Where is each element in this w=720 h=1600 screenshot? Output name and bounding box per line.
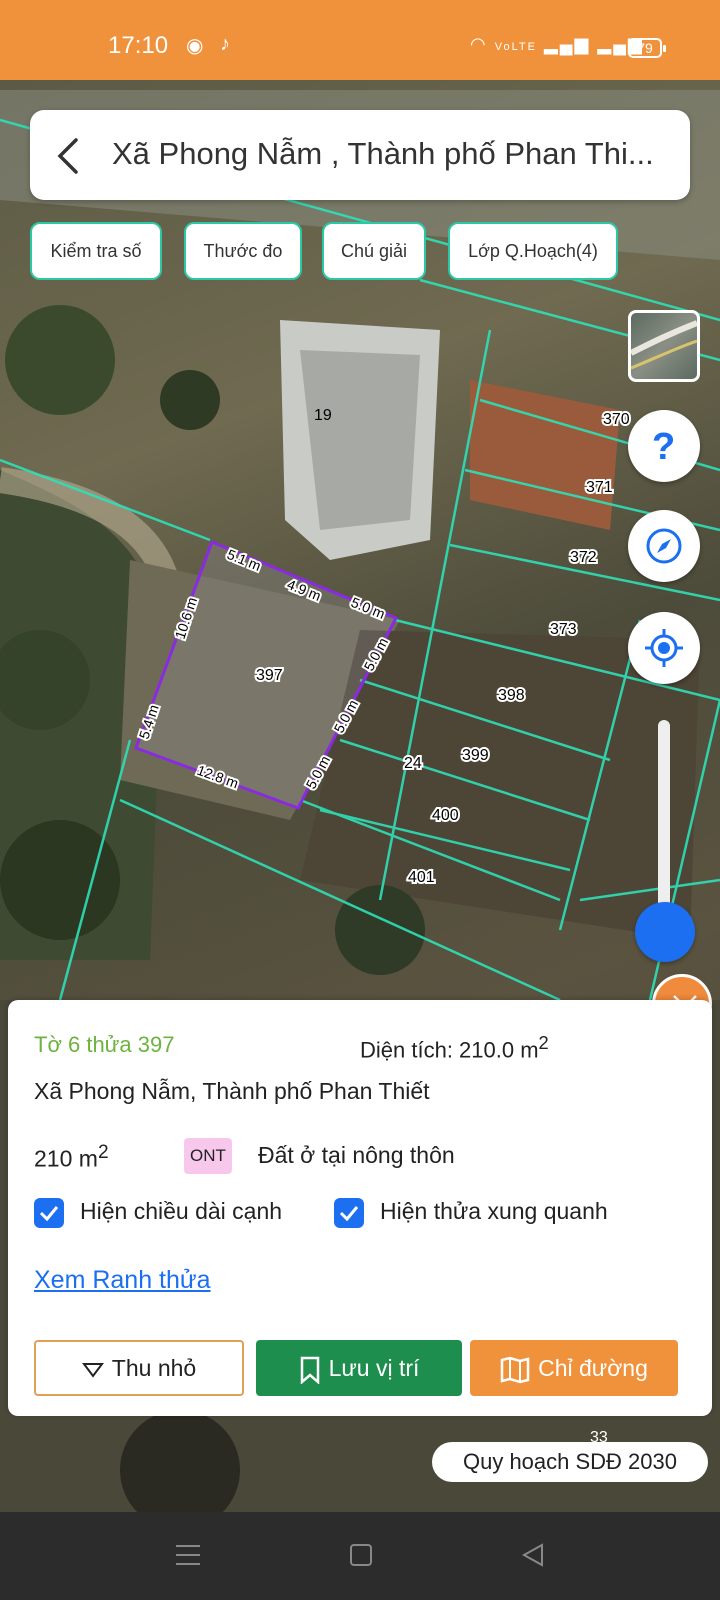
save-location-label: Lưu vị trí bbox=[328, 1355, 420, 1381]
parcel-info-panel: Tờ 6 thửa 397 Diện tích: 210.0 m2 Xã Pho… bbox=[8, 1000, 712, 1416]
status-bar: 17:10 ◉ ♪ ◠ VoLTE ▂▄▆ ▂▄▆ 79 bbox=[0, 0, 720, 80]
area-unit-sup: 2 bbox=[538, 1032, 549, 1053]
parcel-label: 397 bbox=[256, 667, 283, 684]
parcel-area: Diện tích: 210.0 m2 bbox=[360, 1032, 549, 1063]
location-title: Xã Phong Nẫm , Thành phố Phan Thi... bbox=[112, 136, 654, 171]
road-thumbnail-icon bbox=[631, 320, 697, 370]
parcel-label: 398 bbox=[498, 687, 525, 704]
compass-icon bbox=[646, 528, 682, 564]
planning-layer-label[interactable]: Quy hoạch SDĐ 2030 bbox=[432, 1442, 708, 1482]
show-neighbors-checkbox[interactable] bbox=[334, 1198, 364, 1228]
show-neighbors-label[interactable]: Hiện thửa xung quanh bbox=[380, 1198, 608, 1225]
back-nav-icon[interactable] bbox=[520, 1542, 546, 1568]
parcel-label: 19 bbox=[314, 407, 332, 424]
bookmark-icon bbox=[300, 1356, 319, 1385]
help-button[interactable]: ? bbox=[628, 410, 700, 482]
parcel-label: 24 bbox=[404, 755, 422, 772]
status-time: 17:10 bbox=[108, 32, 169, 59]
shrink-label: Thu nhỏ bbox=[111, 1355, 197, 1381]
battery-level: 79 bbox=[637, 40, 653, 56]
shrink-button[interactable]: Thu nhỏ bbox=[34, 1340, 244, 1396]
checkmark-icon bbox=[339, 1206, 359, 1222]
view-boundary-link[interactable]: Xem Ranh thửa bbox=[34, 1266, 211, 1295]
messenger-icon: ◉ bbox=[186, 35, 204, 57]
directions-button[interactable]: Chỉ đường bbox=[470, 1340, 678, 1396]
signal-icon: ◠ VoLTE ▂▄▆ ▂▄▆ bbox=[470, 34, 644, 54]
location-header: Xã Phong Nẫm , Thành phố Phan Thi... bbox=[30, 110, 690, 200]
size-unit-sup: 2 bbox=[97, 1142, 109, 1163]
directions-label: Chỉ đường bbox=[538, 1355, 648, 1381]
svg-text:?: ? bbox=[652, 426, 675, 466]
save-location-button[interactable]: Lưu vị trí bbox=[256, 1340, 462, 1396]
land-code-badge: ONT bbox=[184, 1138, 232, 1174]
map-layer-switch[interactable] bbox=[628, 310, 700, 382]
tiktok-icon: ♪ bbox=[220, 33, 230, 55]
back-icon[interactable] bbox=[54, 136, 82, 176]
parcel-label: 399 bbox=[462, 747, 489, 764]
show-edge-length-checkbox[interactable] bbox=[34, 1198, 64, 1228]
chip-legend[interactable]: Chú giải bbox=[322, 222, 426, 280]
land-type: Đất ở tại nông thôn bbox=[258, 1142, 455, 1168]
help-icon: ? bbox=[652, 426, 675, 466]
size-value: 210 m bbox=[34, 1145, 98, 1172]
chip-planning-layer[interactable]: Lớp Q.Hoạch(4) bbox=[448, 222, 618, 280]
locate-icon bbox=[645, 629, 683, 667]
parcel-label: 371 bbox=[586, 479, 613, 496]
chip-check-number[interactable]: Kiểm tra số bbox=[30, 222, 162, 280]
checkmark-icon bbox=[39, 1206, 59, 1222]
compass-button[interactable] bbox=[628, 510, 700, 582]
area-label: Diện tích: 210.0 m bbox=[360, 1037, 539, 1063]
parcel-label: 372 bbox=[570, 549, 597, 566]
locate-button[interactable] bbox=[628, 612, 700, 684]
parcel-label: 400 bbox=[432, 807, 459, 824]
zoom-slider-handle[interactable] bbox=[635, 902, 695, 962]
battery-icon: 79 bbox=[628, 38, 666, 58]
parcel-address: Xã Phong Nẫm, Thành phố Phan Thiết bbox=[34, 1078, 430, 1104]
parcel-size: 210 m2 bbox=[34, 1142, 109, 1173]
system-nav-bar bbox=[0, 1512, 720, 1600]
map-icon bbox=[500, 1356, 530, 1384]
chip-ruler[interactable]: Thước đo bbox=[184, 222, 302, 280]
volte-label: VoLTE bbox=[494, 41, 537, 53]
parcel-label: 373 bbox=[550, 621, 577, 638]
home-icon[interactable] bbox=[348, 1542, 374, 1568]
chevron-down-icon bbox=[81, 1362, 104, 1378]
parcel-label: 401 bbox=[408, 869, 435, 886]
zoom-slider-track[interactable] bbox=[658, 720, 670, 930]
parcel-label: 370 bbox=[603, 411, 630, 428]
show-edge-length-label[interactable]: Hiện chiều dài cạnh bbox=[80, 1198, 282, 1225]
parcel-id: Tờ 6 thửa 397 bbox=[34, 1032, 175, 1057]
menu-icon[interactable] bbox=[174, 1542, 202, 1568]
wifi-icon: ◠ bbox=[470, 34, 488, 54]
